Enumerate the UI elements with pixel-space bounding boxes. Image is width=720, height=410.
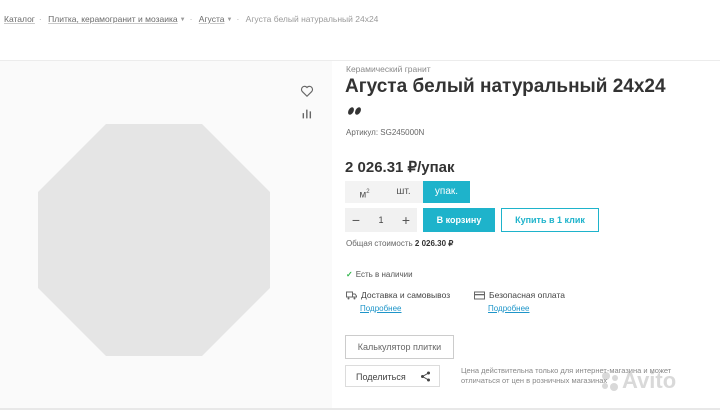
- quantity-value[interactable]: 1: [378, 215, 383, 225]
- share-button[interactable]: Поделиться: [345, 365, 440, 387]
- breadcrumb: Каталог · Плитка, керамогранит и мозаика ▼…: [4, 14, 379, 24]
- avito-logo-icon: [602, 372, 618, 391]
- heart-icon[interactable]: [300, 84, 314, 98]
- unit-m2[interactable]: м2: [345, 181, 384, 203]
- breadcrumb-tiles[interactable]: Плитка, керамогранит и мозаика: [48, 14, 177, 24]
- breadcrumb-catalog[interactable]: Каталог: [4, 14, 35, 24]
- product-sku: Артикул: SG245000N: [346, 128, 425, 137]
- compare-icon[interactable]: [300, 107, 314, 121]
- total-cost: Общая стоимость 2 026.30 ₽: [346, 239, 454, 248]
- unit-pack[interactable]: упак.: [423, 181, 470, 203]
- truck-icon: [346, 291, 357, 299]
- breadcrumb-current: Агуста белый натуральный 24x24: [245, 14, 379, 24]
- unit-selector: м2 шт. упак.: [345, 181, 470, 203]
- payment-info: Безопасная оплата Подробнее: [474, 290, 565, 313]
- unit-pcs[interactable]: шт.: [384, 181, 423, 203]
- payment-more-link[interactable]: Подробнее: [488, 304, 565, 313]
- add-to-cart-button[interactable]: В корзину: [423, 208, 495, 232]
- quantity-stepper: − 1 +: [345, 208, 417, 232]
- card-icon: [474, 291, 485, 299]
- payment-title: Безопасная оплата: [489, 290, 565, 300]
- delivery-info: Доставка и самовывоз Подробнее: [346, 290, 450, 313]
- check-icon: ✓: [346, 270, 353, 279]
- chevron-down-icon[interactable]: ▼: [226, 17, 232, 23]
- product-image[interactable]: [38, 124, 270, 356]
- breadcrumb-agusta[interactable]: Агуста: [199, 14, 225, 24]
- tile-calculator-button[interactable]: Калькулятор плитки: [345, 335, 454, 359]
- product-price: 2 026.31 ₽/упак: [345, 159, 455, 176]
- total-value: 2 026.30 ₽: [414, 239, 454, 248]
- buy-one-click-button[interactable]: Купить в 1 клик: [501, 208, 599, 232]
- footprint-icon: [348, 107, 361, 115]
- product-category: Керамический гранит: [346, 64, 431, 74]
- chevron-down-icon[interactable]: ▼: [180, 17, 186, 23]
- product-title: Агуста белый натуральный 24x24: [345, 76, 666, 97]
- top-bar: Каталог · Плитка, керамогранит и мозаика ▼…: [0, 0, 720, 60]
- decrease-button[interactable]: −: [345, 208, 367, 232]
- watermark: Avito: [622, 368, 677, 393]
- stock-status: ✓ Есть в наличии: [346, 270, 413, 279]
- delivery-title: Доставка и самовывоз: [361, 290, 451, 300]
- increase-button[interactable]: +: [395, 208, 417, 232]
- share-icon: [421, 371, 430, 382]
- delivery-more-link[interactable]: Подробнее: [360, 304, 450, 313]
